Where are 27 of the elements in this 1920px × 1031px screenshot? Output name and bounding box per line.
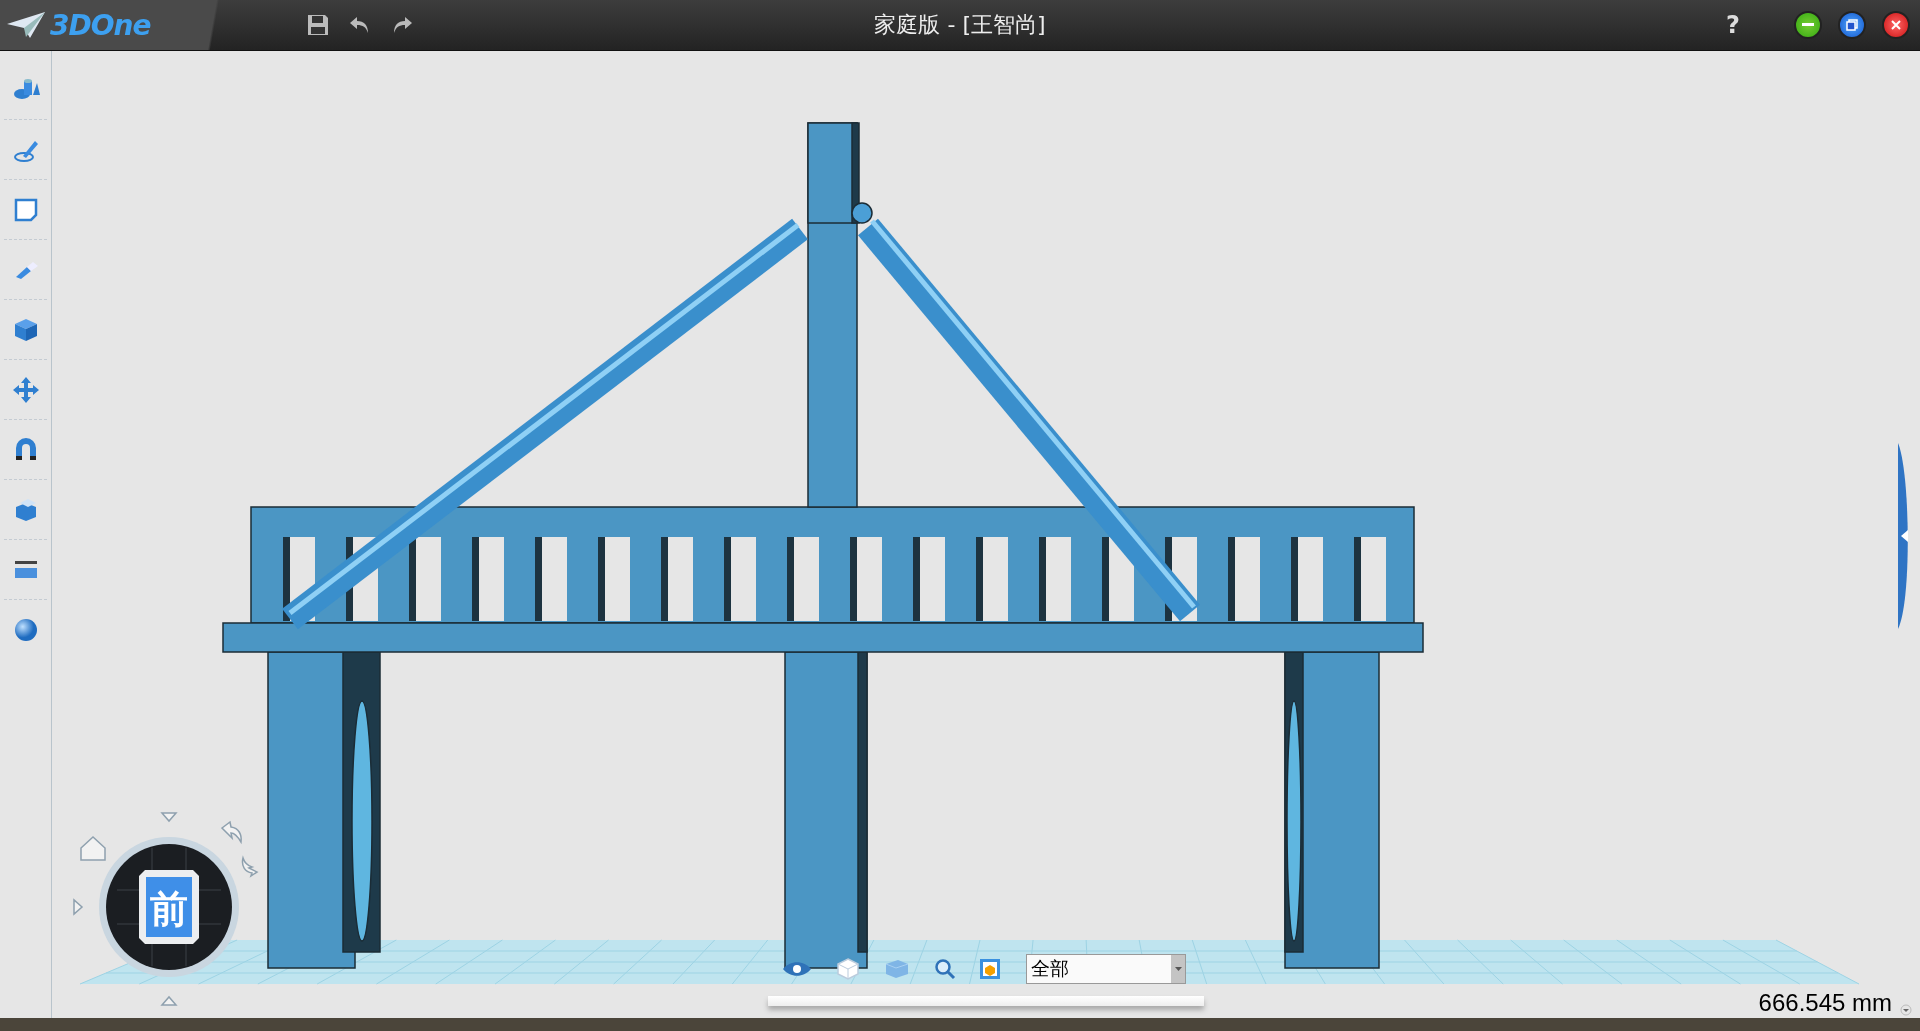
app-logo: 3DOne	[50, 8, 151, 42]
paper-plane-icon	[6, 10, 46, 40]
rotate-right-icon[interactable]	[241, 857, 258, 877]
expand-icon[interactable]	[1900, 1004, 1912, 1016]
ball-joint	[851, 202, 873, 224]
close-icon	[1890, 19, 1902, 31]
rotate-left-icon[interactable]	[221, 821, 242, 843]
arrow-right-icon[interactable]	[73, 898, 84, 916]
filter-dropdown[interactable]: 全部	[1026, 954, 1186, 984]
save-icon[interactable]	[306, 13, 330, 37]
minus-icon	[1802, 23, 1814, 27]
restore-button[interactable]	[1838, 11, 1866, 39]
cube-outline-icon[interactable]	[836, 957, 860, 981]
measurement-value: 666.545 mm	[1758, 989, 1892, 1017]
restore-icon	[1846, 19, 1858, 31]
arrow-down-icon[interactable]	[160, 812, 178, 823]
caret-icon	[1174, 967, 1182, 971]
frame-icon[interactable]	[980, 959, 1000, 979]
view-cube-face-label: 前	[150, 887, 188, 931]
window-title: 家庭版 - [王智尚]	[874, 12, 1046, 37]
help-button[interactable]: ?	[1726, 11, 1740, 39]
home-icon[interactable]	[80, 836, 106, 861]
eye-icon[interactable]	[782, 960, 812, 978]
search-icon[interactable]	[934, 958, 956, 980]
close-button[interactable]	[1882, 11, 1910, 39]
arrow-up-icon[interactable]	[160, 995, 178, 1006]
minimize-button[interactable]	[1794, 11, 1822, 39]
